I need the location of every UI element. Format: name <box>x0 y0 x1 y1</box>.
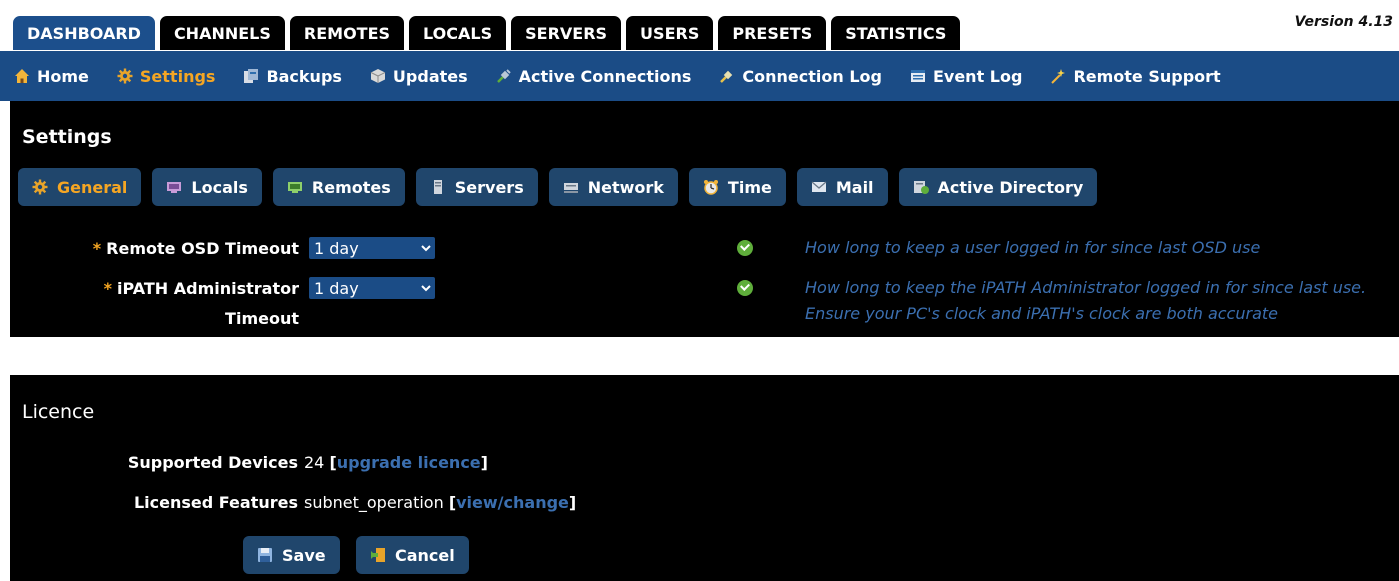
wand-icon <box>1050 68 1066 84</box>
tab-locals[interactable]: LOCALS <box>409 16 507 50</box>
remote-osd-timeout-help: How long to keep a user logged in for si… <box>805 238 1261 257</box>
settings-panel: Settings General Locals Remotes Servers <box>10 101 1399 337</box>
main-tabs: DASHBOARD CHANNELS REMOTES LOCALS SERVER… <box>13 16 961 50</box>
nav-home[interactable]: Home <box>14 67 89 86</box>
subtab-time[interactable]: Time <box>688 168 786 206</box>
nav-remote-support[interactable]: Remote Support <box>1050 67 1221 86</box>
mail-icon <box>811 179 827 195</box>
remote-osd-timeout-label: * Remote OSD Timeout <box>92 239 299 258</box>
save-button[interactable]: Save <box>243 536 340 574</box>
backups-icon <box>243 68 259 84</box>
subtab-locals[interactable]: Locals <box>152 168 262 206</box>
exit-door-icon <box>370 547 386 563</box>
nav-settings[interactable]: Settings <box>117 67 215 86</box>
valid-check-icon <box>737 280 753 296</box>
top-tab-bar: DASHBOARD CHANNELS REMOTES LOCALS SERVER… <box>0 0 1399 51</box>
required-marker: * <box>92 239 102 258</box>
licence-title: Licence <box>22 401 95 423</box>
supported-devices-row: Supported Devices 24 [upgrade licence] <box>127 453 488 472</box>
subtab-remotes[interactable]: Remotes <box>272 168 405 206</box>
version-label: Version 4.13 <box>1294 14 1393 30</box>
tab-users[interactable]: USERS <box>626 16 714 50</box>
tab-statistics[interactable]: STATISTICS <box>831 16 961 50</box>
sub-navigation: Home Settings Backups Updates Active Con… <box>0 51 1399 101</box>
tab-channels[interactable]: CHANNELS <box>159 16 285 50</box>
chevron-down-icon <box>417 277 435 299</box>
chevron-down-icon <box>417 237 435 259</box>
network-icon <box>563 179 579 195</box>
subtab-active-directory[interactable]: Active Directory <box>898 168 1098 206</box>
subtab-network[interactable]: Network <box>548 168 678 206</box>
nav-connection-log[interactable]: Connection Log <box>719 67 882 86</box>
home-icon <box>14 68 30 84</box>
list-icon <box>910 68 926 84</box>
view-change-link[interactable]: view/change <box>456 493 569 512</box>
nav-updates[interactable]: Updates <box>370 67 468 86</box>
ipath-admin-timeout-help: How long to keep the iPATH Administrator… <box>805 278 1367 323</box>
plug-icon <box>496 68 512 84</box>
nav-active-connections[interactable]: Active Connections <box>496 67 691 86</box>
upgrade-licence-link[interactable]: upgrade licence <box>337 453 481 472</box>
gear-icon <box>32 179 48 195</box>
tab-presets[interactable]: PRESETS <box>718 16 827 50</box>
remote-computer-icon <box>287 179 303 195</box>
licensed-features-row: Licensed Features subnet_operation [view/… <box>133 493 577 512</box>
settings-title: Settings <box>22 126 112 148</box>
server-icon <box>430 179 446 195</box>
tab-dashboard[interactable]: DASHBOARD <box>13 16 155 50</box>
subtab-servers[interactable]: Servers <box>415 168 538 206</box>
ipath-admin-timeout-select[interactable]: 1 day <box>309 277 435 299</box>
plug-log-icon <box>719 68 735 84</box>
clock-icon <box>703 179 719 195</box>
floppy-disk-icon <box>257 547 273 563</box>
tab-remotes[interactable]: REMOTES <box>289 16 405 50</box>
licence-panel: Licence Supported Devices 24 [upgrade lic… <box>10 375 1399 581</box>
settings-subtabs: General Locals Remotes Servers Network T… <box>18 168 1098 206</box>
nav-backups[interactable]: Backups <box>243 67 342 86</box>
required-marker: * <box>103 279 112 298</box>
updates-icon <box>370 68 386 84</box>
nav-event-log[interactable]: Event Log <box>910 67 1022 86</box>
ipath-admin-timeout-label: * iPATH Administrator Timeout <box>103 279 299 328</box>
directory-icon <box>913 179 929 195</box>
local-computer-icon <box>166 179 182 195</box>
tab-servers[interactable]: SERVERS <box>511 16 622 50</box>
remote-osd-timeout-select[interactable]: 1 day <box>309 237 435 259</box>
subtab-mail[interactable]: Mail <box>796 168 888 206</box>
cancel-button[interactable]: Cancel <box>356 536 469 574</box>
gear-icon <box>117 68 133 84</box>
subtab-general[interactable]: General <box>18 168 142 206</box>
valid-check-icon <box>737 240 753 256</box>
